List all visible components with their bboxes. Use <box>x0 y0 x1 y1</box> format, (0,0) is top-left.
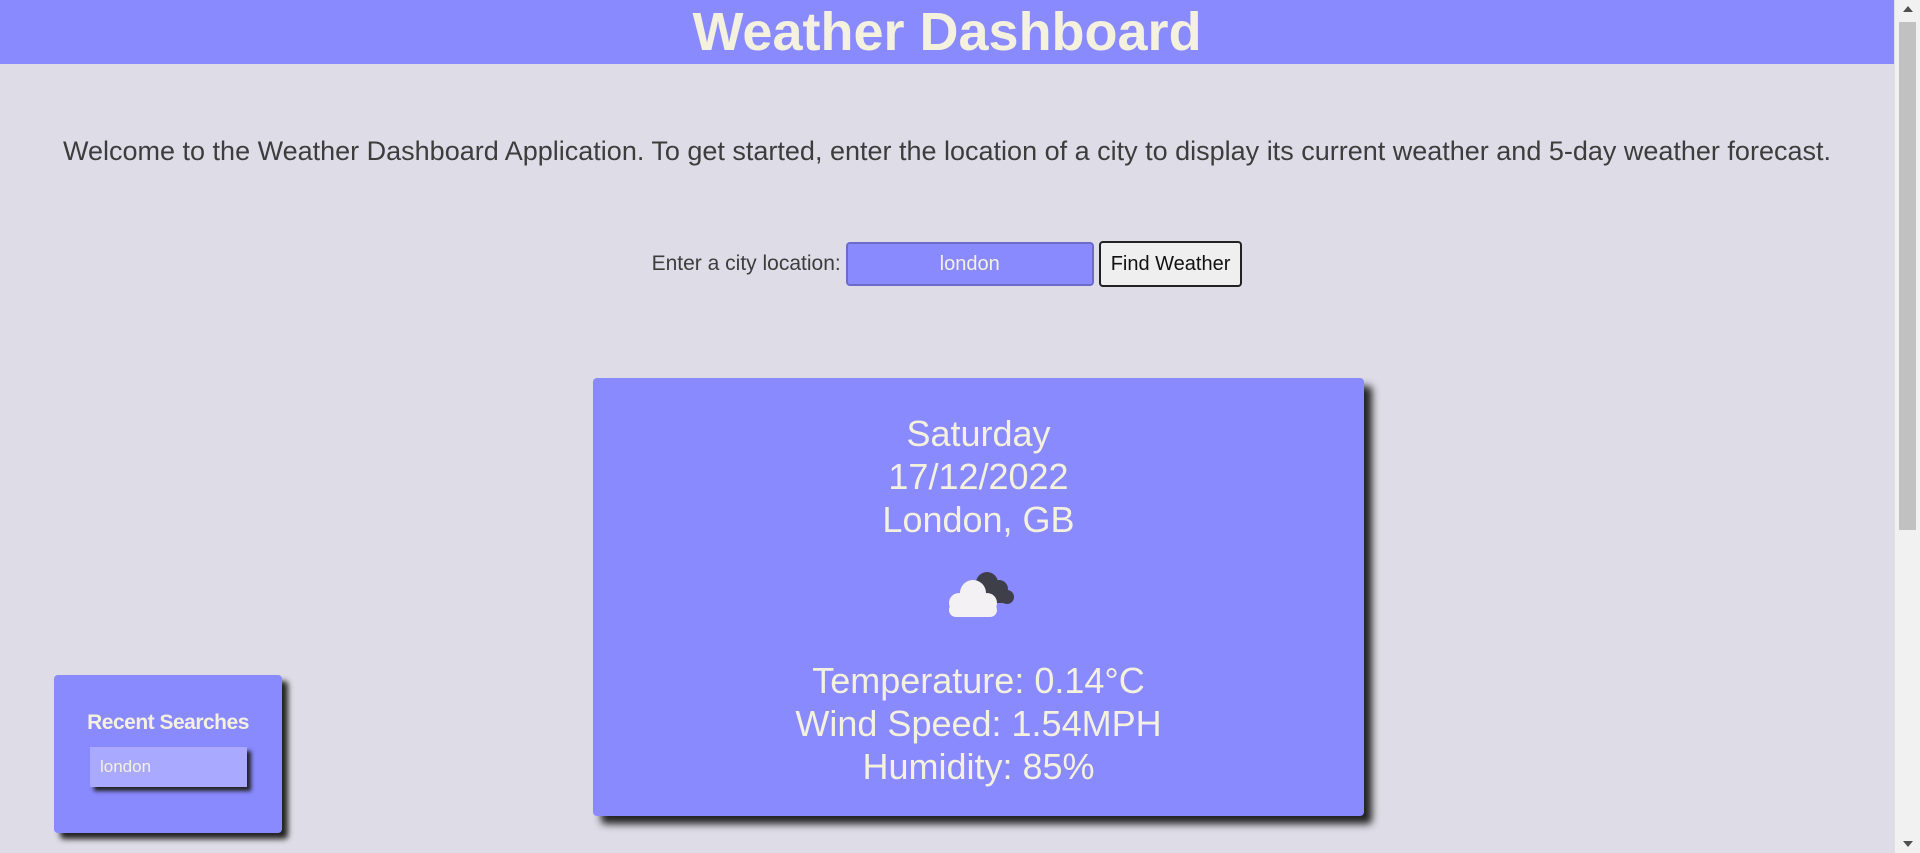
recent-searches-title: Recent Searches <box>87 711 249 734</box>
scrollbar-thumb[interactable] <box>1899 22 1916 530</box>
weather-date: 17/12/2022 <box>888 456 1069 497</box>
current-weather-card: Saturday 17/12/2022 London, GB Temperatu… <box>593 378 1364 816</box>
find-weather-button[interactable]: Find Weather <box>1098 241 1243 287</box>
header-bar: Weather Dashboard <box>0 0 1894 64</box>
weather-day: Saturday <box>906 413 1051 454</box>
weather-temperature: Temperature: 0.14°C <box>812 660 1145 701</box>
recent-search-item[interactable]: london <box>90 747 247 787</box>
weather-location: London, GB <box>882 499 1075 540</box>
weather-humidity: Humidity: 85% <box>862 746 1095 787</box>
city-search-input[interactable] <box>845 242 1094 286</box>
search-form: Enter a city location: Find Weather <box>0 241 1894 287</box>
vertical-scrollbar[interactable] <box>1894 0 1920 853</box>
scroll-up-icon[interactable] <box>1903 6 1913 12</box>
weather-wind-speed: Wind Speed: 1.54MPH <box>795 703 1162 744</box>
search-label: Enter a city location: <box>651 252 841 275</box>
welcome-message: Welcome to the Weather Dashboard Applica… <box>63 136 1831 166</box>
recent-searches-panel: Recent Searches london <box>54 675 282 833</box>
page: Weather Dashboard Welcome to the Weather… <box>0 0 1894 853</box>
scroll-down-icon[interactable] <box>1903 841 1913 847</box>
page-title: Weather Dashboard <box>692 2 1202 62</box>
cloud-icon <box>948 572 1014 617</box>
